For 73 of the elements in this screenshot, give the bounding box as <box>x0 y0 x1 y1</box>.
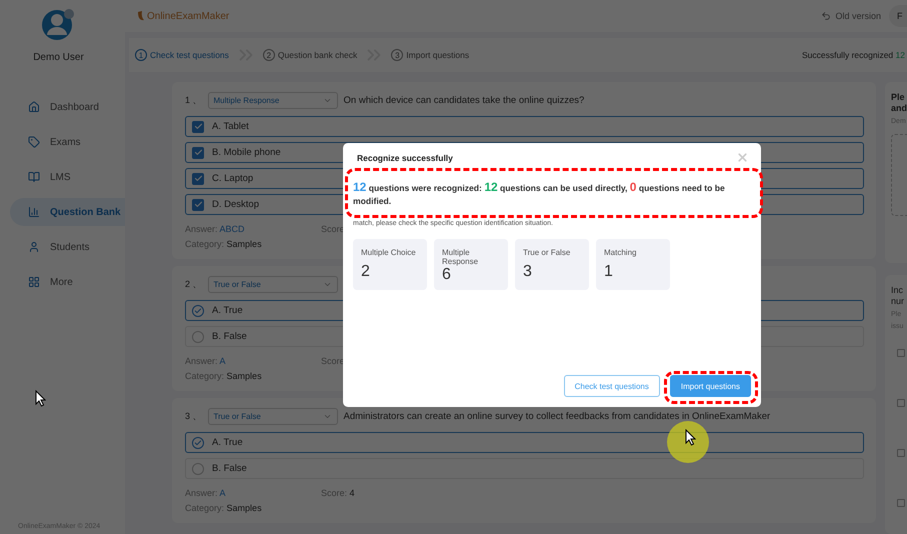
card-title: Inc <box>891 285 904 296</box>
radio-button[interactable] <box>192 436 204 448</box>
sidebar-item[interactable]: Dashboard <box>10 93 125 121</box>
nav-icon <box>28 136 40 148</box>
question-text: On which device can candidates take the online quizzes? <box>344 95 584 106</box>
close-icon[interactable] <box>736 151 749 164</box>
sidebar-item[interactable]: Question Bank <box>10 198 125 226</box>
card-title: nur <box>891 296 906 308</box>
stat-value: 1 <box>604 263 614 281</box>
question-number: 3 、 <box>185 410 202 423</box>
nav-icon <box>28 206 40 218</box>
question-number: 1 、 <box>185 94 202 107</box>
nav-icon <box>28 171 40 183</box>
question-text: Administrators can create an online survey to collect feedbacks from candidates in OnlineExamMaker <box>344 411 770 422</box>
step: 1 Check test questions <box>135 49 229 61</box>
stat-value: 3 <box>523 263 533 281</box>
old-version-link[interactable]: Old version <box>821 11 881 21</box>
card-title: Ple <box>891 92 906 103</box>
checkbox[interactable] <box>192 172 204 184</box>
answer-option[interactable]: A. Tablet <box>185 116 864 137</box>
nav-icon <box>28 276 40 288</box>
check-icon <box>194 200 202 209</box>
dropdown-caret-icon <box>322 412 332 421</box>
checkbox[interactable] <box>897 499 905 508</box>
checkbox[interactable] <box>897 449 905 458</box>
check-icon <box>194 174 202 183</box>
sidebar-item[interactable]: More <box>10 268 125 296</box>
check-button[interactable]: Check test questions <box>564 375 660 397</box>
nav-icon <box>28 101 40 113</box>
stat-label: Multiple Response <box>442 248 480 266</box>
dropdown-caret-icon <box>322 96 332 105</box>
radio-button[interactable] <box>192 304 204 316</box>
dropdown-caret-icon <box>322 280 332 289</box>
checkbox[interactable] <box>897 349 905 358</box>
import-button[interactable]: Import questions <box>670 375 751 397</box>
recognized-count: Successfully recognized 12 <box>802 50 905 60</box>
avatar-icon[interactable] <box>42 8 76 42</box>
stat-value: 6 <box>442 266 452 284</box>
checkbox[interactable] <box>192 198 204 210</box>
check-icon <box>194 122 202 131</box>
step: 2 Question bank check <box>262 49 358 61</box>
question-type-select[interactable]: Multiple Response <box>208 92 338 109</box>
question-type-select[interactable]: True or False <box>208 276 338 293</box>
sidebar-item[interactable]: LMS <box>10 163 125 191</box>
sidebar-item[interactable]: Students <box>10 233 125 261</box>
checkbox[interactable] <box>192 120 204 132</box>
check-icon <box>194 306 202 314</box>
mouse-cursor-icon <box>35 390 46 407</box>
mouse-cursor-icon <box>685 429 696 446</box>
radio-button[interactable] <box>192 330 204 342</box>
question-type-select[interactable]: True or False <box>208 408 338 425</box>
check-icon <box>194 148 202 157</box>
undo-arrow-icon <box>821 11 832 21</box>
stat-value: 2 <box>361 263 371 281</box>
sidebar-item[interactable]: Exams <box>10 128 125 156</box>
answer-option[interactable]: A. True <box>185 432 864 453</box>
dialog-title: Recognize successfully <box>357 153 453 163</box>
checkbox[interactable] <box>192 146 204 158</box>
question-number: 2 、 <box>185 278 202 291</box>
checkbox[interactable] <box>897 399 905 408</box>
card-title: and <box>891 103 907 114</box>
logo[interactable]: OnlineExamMaker <box>137 10 230 22</box>
header-button[interactable]: F <box>889 5 907 27</box>
nav-icon <box>28 241 40 253</box>
recognition-summary: 12 questions were recognized: 12 questions can be used directly, 0 questions need to be modified. <box>353 181 726 208</box>
radio-button[interactable] <box>192 462 204 474</box>
step: 3 Import questions <box>391 49 470 61</box>
user-name: Demo User <box>32 52 85 63</box>
stat-label: Multiple Choice <box>361 248 417 257</box>
stat-label: True or False <box>523 248 572 257</box>
check-icon <box>194 438 202 446</box>
stat-label: Matching <box>604 248 638 257</box>
answer-option[interactable]: B. False <box>185 458 864 479</box>
